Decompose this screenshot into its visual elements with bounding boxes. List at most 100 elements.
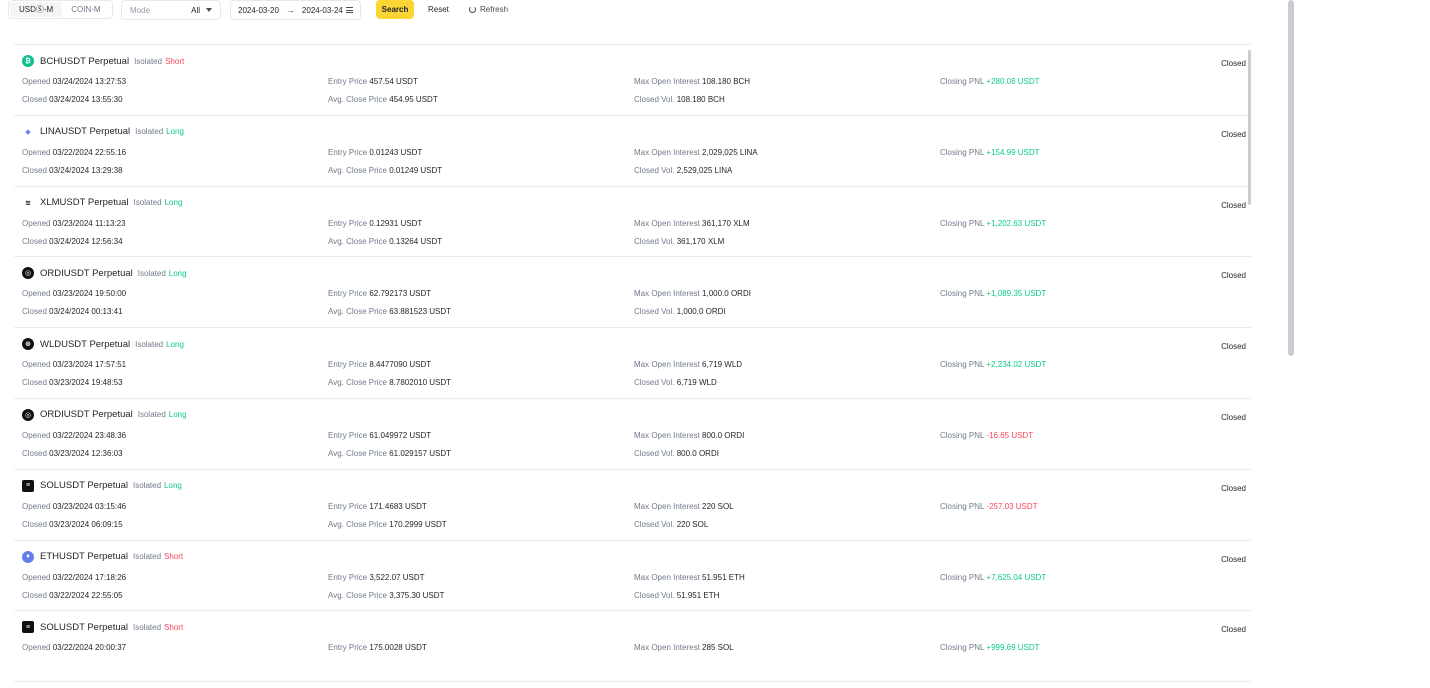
entry-price: Entry Price 3,522.07 USDT: [328, 572, 425, 582]
refresh-button[interactable]: Refresh: [469, 0, 508, 19]
position-history-list: ₿ BCHUSDT Perpetual Isolated Short Close…: [0, 45, 1255, 683]
closing-pnl: Closing PNL +999.69 USDT: [940, 643, 1040, 653]
entry-price: Entry Price 62.792173 USDT: [328, 289, 432, 299]
closed-time: Closed 03/24/2024 12:56:34: [22, 236, 123, 246]
margin-mode: Isolated: [134, 56, 163, 66]
opened-time: Opened 03/22/2024 20:00:37: [22, 643, 127, 653]
tab-usds-m[interactable]: USDⓈ-M: [10, 2, 63, 17]
status-badge: Closed: [1221, 554, 1246, 564]
max-open-interest: Max Open Interest 51.951 ETH: [634, 572, 745, 582]
opened-time: Opened 03/22/2024 22:55:16: [22, 147, 127, 157]
symbol[interactable]: XLMUSDT Perpetual: [40, 197, 129, 208]
page-scrollbar[interactable]: [1288, 0, 1294, 356]
position-side: Short: [165, 56, 185, 66]
status-badge: Closed: [1221, 412, 1246, 422]
margin-mode: Isolated: [133, 198, 162, 208]
position-header: ◆ LINAUSDT Perpetual Isolated Long: [22, 126, 184, 138]
opened-time: Opened 03/23/2024 03:15:46: [22, 501, 127, 511]
entry-price: Entry Price 457.54 USDT: [328, 77, 418, 86]
max-open-interest: Max Open Interest 2,029,025 LINA: [634, 147, 758, 157]
max-open-interest: Max Open Interest 108.180 BCH: [634, 77, 751, 86]
bch-icon: ₿: [22, 55, 34, 67]
position-side: Long: [166, 339, 184, 349]
arrow-right-icon: →: [285, 5, 295, 15]
position-row: ◎ ORDIUSDT Perpetual Isolated Long Close…: [14, 399, 1252, 470]
closing-pnl: Closing PNL +280.08 USDT: [940, 77, 1040, 86]
closing-pnl: Closing PNL -257.03 USDT: [940, 501, 1038, 511]
closed-time: Closed 03/22/2024 22:55:05: [22, 590, 123, 600]
sol-icon: ≡: [22, 479, 34, 492]
status-badge: Closed: [1221, 625, 1246, 635]
position-row: ≋ XLMUSDT Perpetual Isolated Long Closed…: [14, 187, 1252, 258]
avg-close-price: Avg. Close Price 61.029157 USDT: [328, 448, 452, 458]
closed-time: Closed 03/23/2024 12:36:03: [22, 448, 123, 458]
status-badge: Closed: [1221, 129, 1246, 139]
entry-price: Entry Price 8.4477090 USDT: [328, 360, 432, 370]
opened-time: Opened 03/22/2024 17:18:26: [22, 572, 127, 582]
position-side: Short: [164, 552, 184, 562]
status-badge: Closed: [1221, 271, 1246, 281]
closing-pnl: Closing PNL +2,234.02 USDT: [940, 360, 1047, 370]
position-row: ♦ ETHUSDT Perpetual Isolated Short Close…: [14, 541, 1252, 612]
filter-toolbar: USDⓈ-M COIN-M Mode All 2024-03-20 → 2024…: [0, 0, 1280, 20]
opened-time: Opened 03/23/2024 19:50:00: [22, 289, 127, 299]
symbol[interactable]: BCHUSDT Perpetual: [40, 56, 129, 67]
calendar-icon[interactable]: [346, 7, 353, 13]
avg-close-price: Avg. Close Price 8.7802010 USDT: [328, 378, 452, 388]
avg-close-price: Avg. Close Price 0.01249 USDT: [328, 165, 443, 175]
closing-pnl: Closing PNL +1,089.35 USDT: [940, 289, 1047, 299]
entry-price: Entry Price 0.12931 USDT: [328, 218, 423, 228]
closed-volume: Closed Vol. 800.0 ORDI: [634, 448, 719, 458]
margin-mode: Isolated: [133, 552, 162, 562]
tab-coin-m[interactable]: COIN-M: [62, 2, 109, 17]
position-side: Short: [164, 622, 184, 632]
symbol[interactable]: ETHUSDT Perpetual: [40, 551, 128, 562]
opened-time: Opened 03/24/2024 13:27:53: [22, 77, 127, 86]
symbol[interactable]: LINAUSDT Perpetual: [40, 126, 130, 137]
mode-select[interactable]: Mode All: [121, 0, 221, 20]
symbol[interactable]: ORDIUSDT Perpetual: [40, 409, 133, 420]
closed-volume: Closed Vol. 51.951 ETH: [634, 590, 720, 600]
position-header: ≡ SOLUSDT Perpetual Isolated Long: [22, 479, 182, 492]
entry-price: Entry Price 175.0028 USDT: [328, 643, 427, 653]
mode-value: All: [191, 5, 200, 15]
opened-time: Opened 03/23/2024 17:57:51: [22, 360, 127, 370]
symbol[interactable]: ORDIUSDT Perpetual: [40, 268, 133, 279]
lina-icon: ◆: [25, 128, 31, 136]
position-side: Long: [166, 127, 184, 137]
margin-type-switch: USDⓈ-M COIN-M: [8, 0, 113, 19]
closed-volume: Closed Vol. 2,529,025 LINA: [634, 165, 733, 175]
position-side: Long: [164, 198, 183, 208]
max-open-interest: Max Open Interest 1,000.0 ORDI: [634, 289, 751, 299]
ordi-icon: ◎: [22, 408, 34, 421]
closed-volume: Closed Vol. 108.180 BCH: [634, 95, 725, 104]
position-header: ₿ BCHUSDT Perpetual Isolated Short: [22, 55, 184, 67]
position-row: ≡ SOLUSDT Perpetual Isolated Short Close…: [14, 611, 1252, 683]
closed-volume: Closed Vol. 220 SOL: [634, 519, 709, 529]
date-range-picker[interactable]: 2024-03-20 → 2024-03-24: [230, 0, 361, 20]
max-open-interest: Max Open Interest 800.0 ORDI: [634, 430, 745, 440]
symbol[interactable]: SOLUSDT Perpetual: [40, 480, 128, 491]
end-date[interactable]: 2024-03-24: [302, 6, 343, 15]
entry-price: Entry Price 0.01243 USDT: [328, 147, 423, 157]
position-side: Long: [168, 410, 187, 420]
ordi-icon: ◎: [22, 267, 34, 280]
list-scrollbar[interactable]: [1248, 50, 1251, 205]
reset-button[interactable]: Reset: [428, 0, 449, 19]
eth-icon: ♦: [22, 550, 34, 563]
status-badge: Closed: [1221, 342, 1246, 352]
chevron-down-icon: [206, 8, 212, 12]
max-open-interest: Max Open Interest 285 SOL: [634, 643, 734, 653]
wld-icon: ⊛: [22, 338, 34, 351]
start-date[interactable]: 2024-03-20: [238, 6, 279, 15]
avg-close-price: Avg. Close Price 63.881523 USDT: [328, 307, 452, 317]
xlm-icon: ≋: [22, 196, 34, 209]
closing-pnl: Closing PNL +154.99 USDT: [940, 147, 1040, 157]
position-side: Long: [164, 481, 182, 491]
margin-mode: Isolated: [133, 481, 162, 491]
search-button[interactable]: Search: [376, 0, 414, 19]
max-open-interest: Max Open Interest 6,719 WLD: [634, 360, 743, 370]
symbol[interactable]: SOLUSDT Perpetual: [40, 622, 128, 633]
position-side: Long: [168, 268, 187, 278]
symbol[interactable]: WLDUSDT Perpetual: [40, 339, 130, 350]
